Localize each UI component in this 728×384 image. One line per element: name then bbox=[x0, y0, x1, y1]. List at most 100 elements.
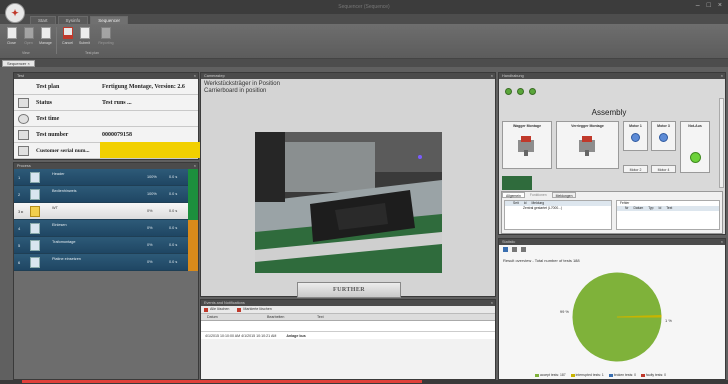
window-title: Sequencer (Sequence) bbox=[338, 4, 390, 10]
process-percent: 0% bbox=[147, 260, 153, 264]
grid-row[interactable]: Zentral gestartet (L7000...) bbox=[505, 206, 611, 211]
legend-item: faulty tests: 0 bbox=[640, 373, 666, 377]
step-icon bbox=[30, 240, 40, 251]
legend-item: interrupted tests: 1 bbox=[570, 373, 604, 377]
manage-icon bbox=[40, 27, 51, 39]
refresh-icon[interactable] bbox=[521, 247, 526, 252]
manage-button[interactable]: Manage bbox=[38, 27, 53, 45]
tab-start[interactable]: Start bbox=[30, 16, 56, 24]
close-icon[interactable]: × bbox=[491, 300, 493, 306]
process-row[interactable]: 4 Einlesen 0% 0.0 s bbox=[14, 220, 198, 237]
instruction-german: Werkstücksträger in Position bbox=[204, 81, 280, 87]
device-thumbnail bbox=[502, 176, 532, 190]
emergency-stop-card[interactable]: Not-Aus bbox=[680, 121, 710, 173]
tab-general[interactable]: Allgemein bbox=[502, 192, 525, 198]
app-logo-icon[interactable]: ✦ bbox=[5, 3, 25, 23]
submit-button[interactable]: Submit bbox=[77, 27, 92, 45]
nav-forward-icon[interactable] bbox=[529, 88, 536, 95]
motor-card[interactable]: Motor 1 bbox=[623, 121, 648, 151]
screwdriver-icon bbox=[578, 136, 595, 156]
column-header[interactable]: Text bbox=[311, 314, 324, 320]
status-label: Status bbox=[36, 100, 53, 106]
home-icon[interactable] bbox=[517, 88, 524, 95]
column-header[interactable]: Bearbeiten bbox=[261, 314, 311, 320]
step-icon bbox=[30, 172, 40, 183]
status-indicator bbox=[188, 169, 198, 186]
tab-sysinfo[interactable]: Sysinfo bbox=[57, 16, 89, 24]
open-button[interactable]: Open bbox=[21, 27, 36, 45]
grid-header: Nr Datum Typ Id Text bbox=[617, 206, 719, 211]
device-card[interactable]: Wagger Montage bbox=[502, 121, 552, 169]
process-time: 0.0 s bbox=[169, 209, 178, 213]
device-card[interactable]: Verriegger Montage bbox=[556, 121, 619, 169]
document-tab[interactable]: Sequencer × bbox=[2, 60, 35, 67]
minimize-icon[interactable]: – bbox=[696, 2, 700, 9]
errors-grid: Fehler Nr Datum Typ Id Text bbox=[616, 200, 720, 230]
process-time: 0.0 s bbox=[169, 192, 178, 196]
events-panel: Events and Notifications × Alle löschen M… bbox=[200, 299, 496, 380]
submit-icon bbox=[79, 27, 90, 39]
scrollbar[interactable] bbox=[719, 98, 724, 188]
pie-data-label: 1 % bbox=[665, 318, 672, 323]
process-percent: 0% bbox=[147, 243, 153, 247]
process-time: 0.0 s bbox=[169, 260, 178, 264]
camera-image bbox=[255, 132, 442, 273]
ribbon-group-view: View bbox=[22, 51, 30, 55]
test-plan-panel: Test × Test plan Fertigung Montage, Versi… bbox=[13, 72, 210, 160]
sequencer-app: Sequencer (Sequence) – □ × ✦ Start Sysin… bbox=[0, 0, 728, 384]
ribbon-separator bbox=[56, 27, 57, 54]
process-time: 0.0 s bbox=[169, 175, 178, 179]
status-icon bbox=[18, 98, 29, 108]
process-name: Bedienhinweis bbox=[52, 189, 77, 193]
maximize-icon[interactable]: □ bbox=[707, 2, 711, 9]
status-indicator bbox=[188, 237, 198, 254]
tab-functions[interactable]: Funktionen bbox=[527, 192, 550, 198]
customer-serial-input[interactable] bbox=[100, 142, 210, 158]
cancel-button[interactable]: Cancel bbox=[60, 27, 75, 45]
legend-item: broken tests: 0 bbox=[608, 373, 636, 377]
process-row[interactable]: 6 Platine einsetzen 0% 0.0 s bbox=[14, 254, 198, 271]
status-indicator bbox=[188, 254, 198, 271]
close-icon[interactable]: × bbox=[491, 73, 493, 79]
close-icon[interactable]: × bbox=[721, 73, 723, 79]
window-controls: – □ × bbox=[696, 2, 722, 9]
step-icon bbox=[30, 257, 40, 268]
process-row[interactable]: 5 Trafomontage 0% 0.0 s bbox=[14, 237, 198, 254]
events-filter-row[interactable] bbox=[201, 321, 495, 331]
delete-all-button[interactable]: Alle löschen bbox=[204, 307, 229, 312]
close-tab-icon[interactable]: × bbox=[27, 61, 29, 66]
motor-card[interactable]: Motor 3 bbox=[651, 121, 676, 151]
close-icon[interactable]: × bbox=[718, 2, 722, 9]
further-button[interactable]: FURTHER bbox=[297, 282, 401, 298]
events-toolbar: Alle löschen Markierte löschen bbox=[201, 306, 495, 314]
tab-sequencer[interactable]: Sequencer bbox=[90, 16, 129, 24]
status-value: Test runs ... bbox=[102, 100, 132, 106]
step-icon bbox=[30, 189, 40, 200]
chart-icon[interactable] bbox=[503, 247, 508, 252]
table-icon[interactable] bbox=[512, 247, 517, 252]
delete-selected-button[interactable]: Markierte löschen bbox=[237, 307, 272, 312]
event-row[interactable]: 4/1/2015 10:10:00 AM 4/1/2015 10:10:21 A… bbox=[201, 331, 495, 339]
reporting-button[interactable]: Reporting bbox=[95, 27, 117, 45]
progress-bar bbox=[22, 380, 423, 383]
status-indicator bbox=[188, 203, 198, 220]
column-header[interactable]: Datum bbox=[201, 314, 261, 320]
panel-header: Camerastep × bbox=[201, 73, 495, 79]
status-indicator bbox=[188, 186, 198, 203]
process-row[interactable]: 2 Bedienhinweis 100% 0.0 s bbox=[14, 186, 198, 203]
gripper-icon bbox=[518, 136, 534, 156]
close-icon[interactable]: × bbox=[721, 239, 723, 245]
process-row[interactable]: 1 Header 100% 0.0 s bbox=[14, 169, 198, 186]
process-list: 1 Header 100% 0.0 s 2 Bedienhinweis 100% 0.0 s3… bbox=[14, 169, 198, 271]
ribbon-group-test-plan: Test plan bbox=[85, 51, 100, 55]
motor-card[interactable]: Motor 2 bbox=[623, 165, 648, 173]
report-icon bbox=[101, 27, 111, 39]
status-ok-icon bbox=[689, 152, 701, 163]
close-button[interactable]: Close bbox=[4, 27, 19, 45]
process-row[interactable]: 3 ▸ WT 0% 0.0 s bbox=[14, 203, 198, 220]
result-pie-chart: 99 % 1 % bbox=[560, 272, 672, 362]
nav-back-icon[interactable] bbox=[505, 88, 512, 95]
panel-header: Handhabung × bbox=[499, 73, 725, 79]
motor-card[interactable]: Motor 4 bbox=[651, 165, 676, 173]
tab-messages[interactable]: Meldungen bbox=[551, 192, 577, 198]
